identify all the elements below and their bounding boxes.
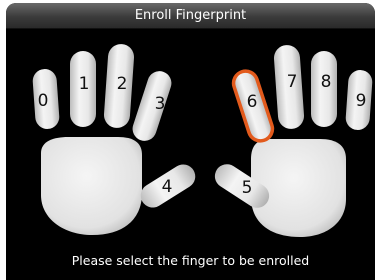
finger-7[interactable]: 7 [273,44,305,130]
finger-3-label: 3 [155,94,166,114]
finger-8[interactable]: 8 [311,51,337,127]
instruction-text: Please select the finger to be enrolled [71,253,310,268]
finger-2-label: 2 [117,74,128,94]
finger-3[interactable]: 3 [129,68,174,144]
finger-1[interactable]: 1 [70,51,96,127]
finger-6[interactable]: 6 [230,68,275,144]
finger-4[interactable]: 4 [136,160,200,212]
finger-7-label: 7 [287,72,298,92]
enroll-fingerprint-screen: Enroll Fingerprint 0 1 2 3 4 5 6 7 8 9 P… [6,3,375,280]
finger-6-label: 6 [247,92,258,112]
finger-9[interactable]: 9 [345,69,373,131]
hands-diagram: 0 1 2 3 4 5 6 7 8 9 [32,43,373,237]
finger-8-label: 8 [321,72,332,92]
finger-0-label: 0 [38,91,49,111]
finger-9-label: 9 [356,91,367,111]
finger-0[interactable]: 0 [32,68,60,130]
left-palm [41,137,142,235]
finger-5-label: 5 [242,178,253,198]
finger-4-label: 4 [162,177,173,197]
finger-3-shape [132,71,172,141]
finger-2[interactable]: 2 [103,43,135,129]
finger-1-label: 1 [79,74,90,94]
